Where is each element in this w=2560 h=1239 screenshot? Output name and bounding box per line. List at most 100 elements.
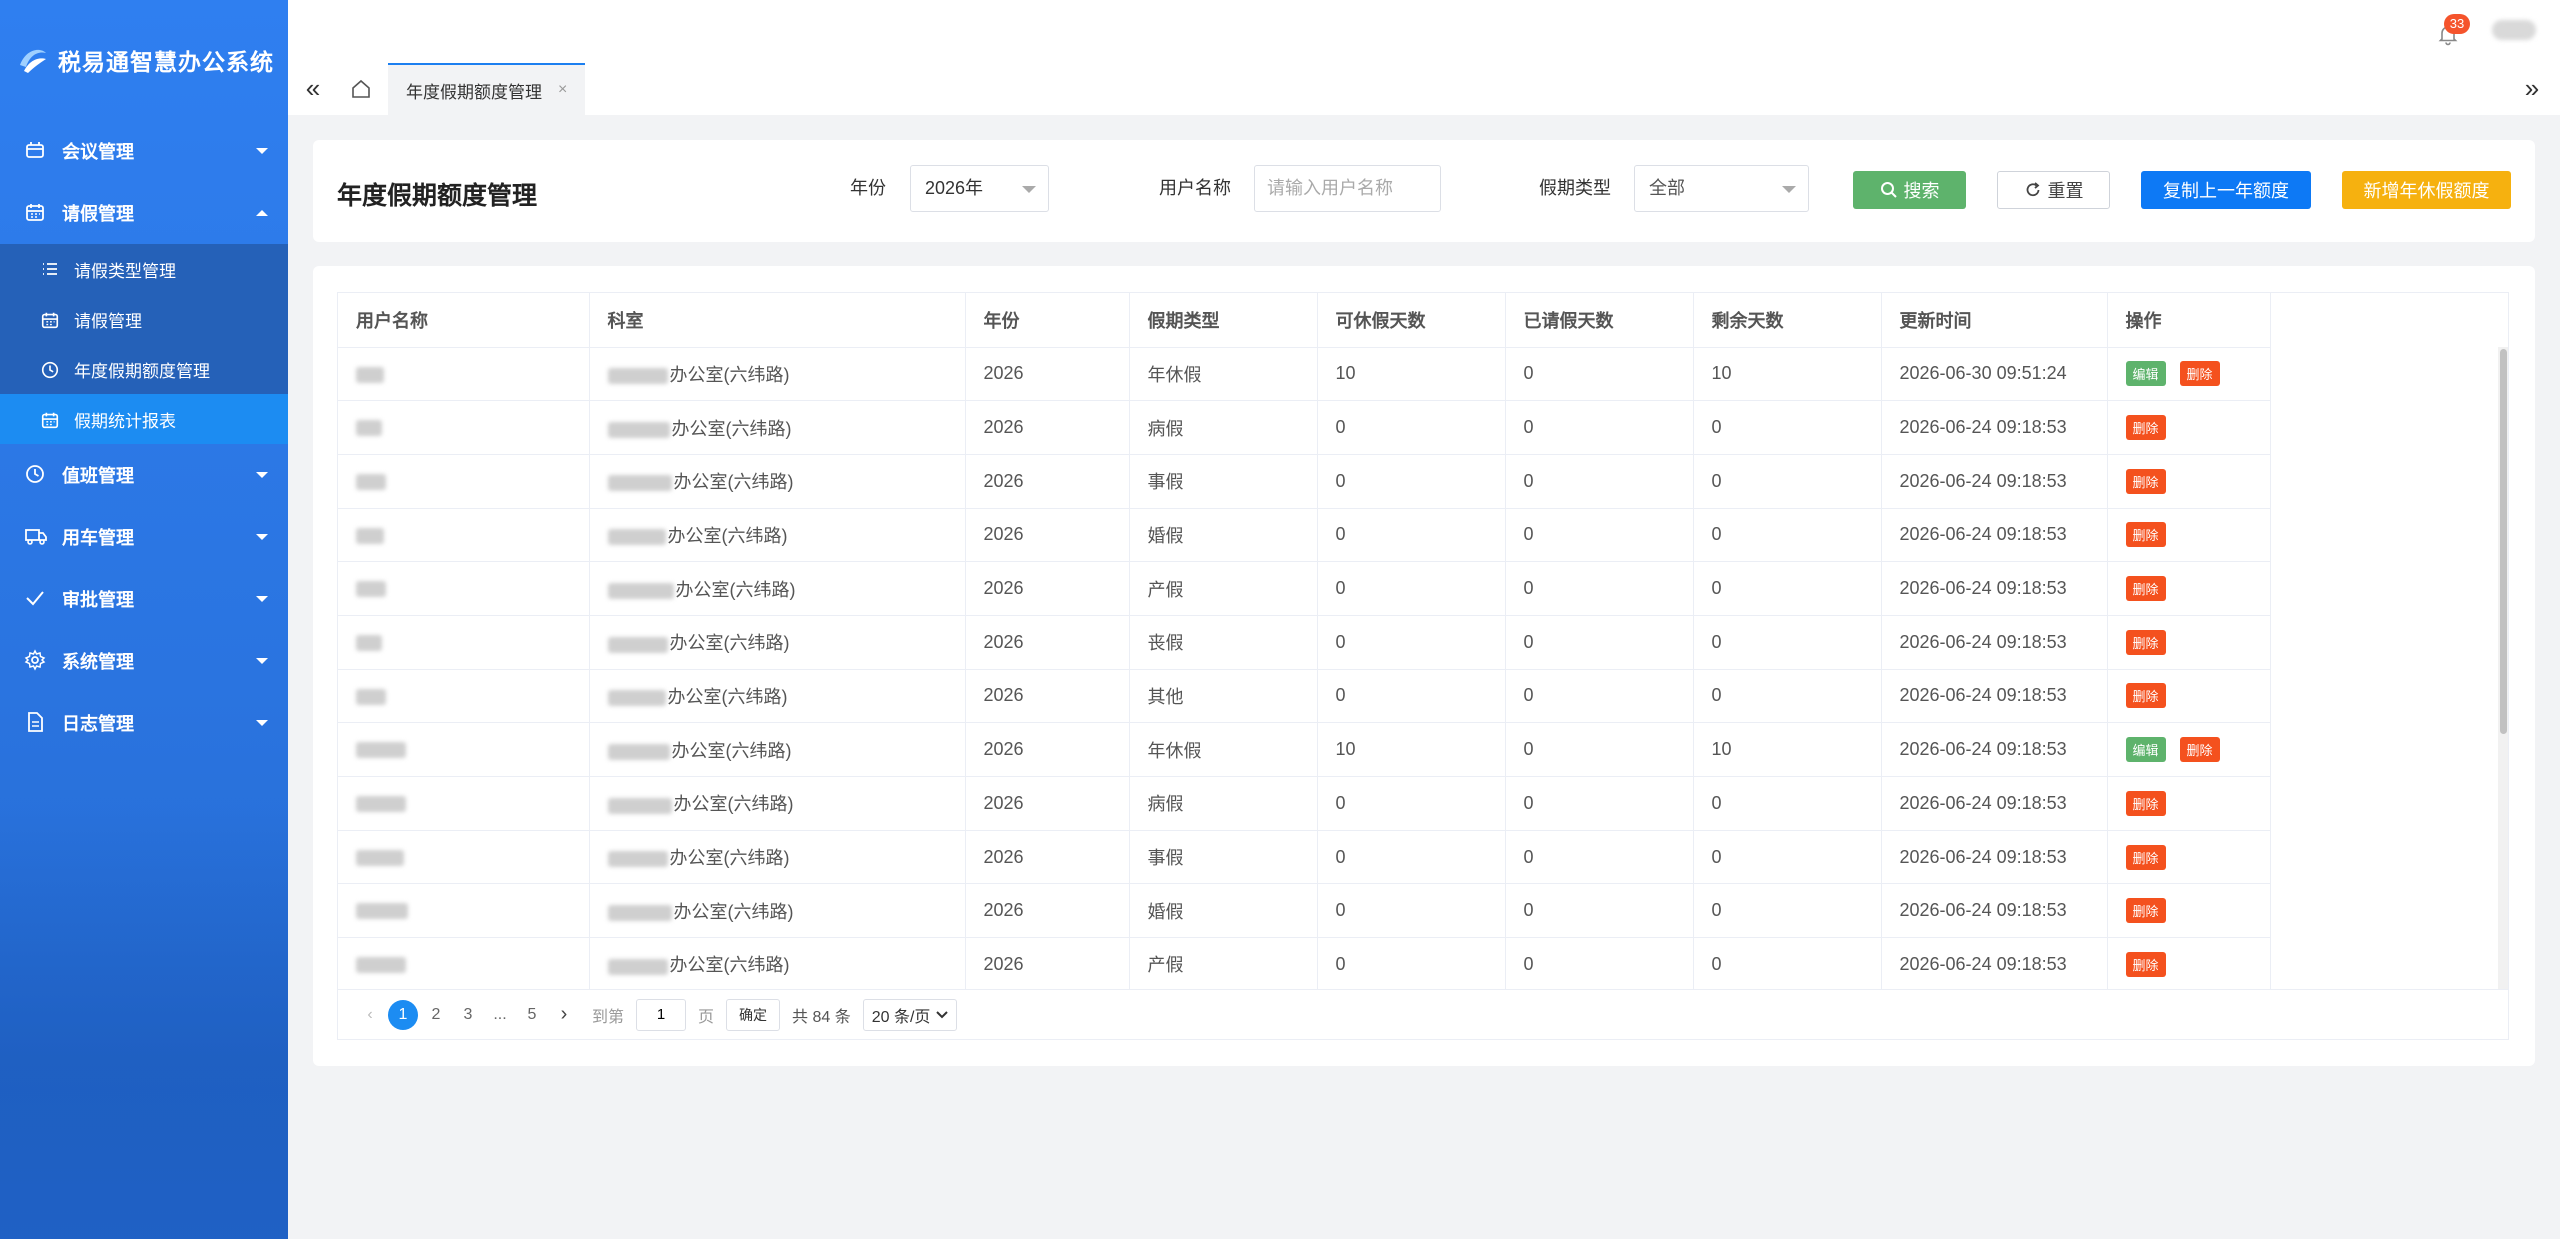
redacted-department-prefix <box>607 368 668 385</box>
sidebar-subitem-1[interactable]: 请假管理 <box>0 294 288 344</box>
scrollbar-thumb[interactable] <box>2500 349 2507 734</box>
edit-button[interactable]: 编辑 <box>2125 737 2166 763</box>
tab-close-icon[interactable]: × <box>558 81 567 99</box>
page-number[interactable]: 2 <box>422 1000 450 1030</box>
table-row: 办公室(六纬路) 2026 事假 0 0 0 2026-06-24 09:18:53 删除 <box>338 454 2271 509</box>
tabs-scroll-right-icon[interactable]: » <box>2512 62 2552 115</box>
delete-button[interactable]: 删除 <box>2125 951 2166 977</box>
department-suffix: 办公室(六纬路) <box>675 579 796 600</box>
actions-cell: 删除 <box>2107 830 2271 885</box>
sidebar-item-3[interactable]: 用车管理 <box>0 506 288 568</box>
year-cell: 2026 <box>965 830 1130 885</box>
delete-button[interactable]: 删除 <box>2125 522 2166 548</box>
user-avatar[interactable] <box>2492 20 2536 40</box>
department-cell: 办公室(六纬路) <box>589 561 966 616</box>
leave-type-select[interactable]: 全部 <box>1634 165 1809 212</box>
used-days-cell: 0 <box>1505 508 1694 563</box>
updated-time-cell: 2026-06-24 09:18:53 <box>1881 937 2108 989</box>
sidebar-item-4[interactable]: 审批管理 <box>0 568 288 630</box>
delete-button[interactable]: 删除 <box>2125 468 2166 494</box>
prev-page-icon[interactable]: ‹ <box>356 1000 384 1030</box>
goto-page-input[interactable] <box>636 998 687 1031</box>
leave-type-select-value: 全部 <box>1649 178 1685 198</box>
sidebar-subitem-label: 年度假期额度管理 <box>74 361 210 381</box>
actions-cell: 删除 <box>2107 776 2271 831</box>
user-name-cell <box>338 347 590 402</box>
table-vertical-scrollbar[interactable] <box>2498 347 2508 989</box>
available-days-cell: 0 <box>1317 615 1506 670</box>
sidebar-item-2[interactable]: 值班管理 <box>0 444 288 506</box>
page-number[interactable]: 5 <box>518 1000 546 1030</box>
sidebar-submenu: 请假类型管理 请假管理年度假期额度管理假期统计报表 <box>0 244 288 444</box>
department-cell: 办公室(六纬路) <box>589 508 966 563</box>
delete-button[interactable]: 删除 <box>2179 737 2220 763</box>
delete-button[interactable]: 删除 <box>2125 790 2166 816</box>
redacted-department-prefix <box>607 958 668 975</box>
delete-button[interactable]: 删除 <box>2125 629 2166 655</box>
redacted-user-name <box>356 688 386 705</box>
actions-cell: 删除 <box>2107 400 2271 455</box>
delete-button[interactable]: 删除 <box>2125 844 2166 870</box>
reset-button[interactable]: 重置 <box>1997 171 2110 209</box>
redacted-department-prefix <box>607 475 672 492</box>
delete-button[interactable]: 删除 <box>2125 415 2166 441</box>
redacted-user-name <box>356 903 408 920</box>
table-panel: 用户名称 科室 年份 假期类型 可休假天数 已请假天数 剩余天数 更新时间 操作 办公室(六纬路… <box>313 266 2535 1066</box>
available-days-cell: 0 <box>1317 776 1506 831</box>
year-select[interactable]: 2026年 <box>910 165 1049 212</box>
clock-icon <box>40 359 60 379</box>
updated-time-cell: 2026-06-24 09:18:53 <box>1881 669 2108 724</box>
department-suffix: 办公室(六纬路) <box>673 472 794 493</box>
delete-button[interactable]: 删除 <box>2125 683 2166 709</box>
department-suffix: 办公室(六纬路) <box>667 525 788 546</box>
user-name-input[interactable] <box>1254 165 1441 212</box>
page-size-select[interactable]: 20 条/页 <box>862 998 958 1031</box>
remaining-days-cell: 10 <box>1693 347 1882 402</box>
chevron-down-icon <box>256 534 268 540</box>
department-suffix: 办公室(六纬路) <box>669 364 790 385</box>
next-page-icon[interactable]: › <box>550 1000 578 1030</box>
remaining-days-cell: 0 <box>1693 454 1882 509</box>
sidebar-subitem-2[interactable]: 年度假期额度管理 <box>0 344 288 394</box>
remaining-days-cell: 0 <box>1693 400 1882 455</box>
used-days-cell: 0 <box>1505 561 1694 616</box>
tabs-scroll-left-icon[interactable]: « <box>288 62 338 115</box>
check-icon <box>24 587 48 611</box>
edit-button[interactable]: 编辑 <box>2125 361 2166 387</box>
leave-type-cell: 病假 <box>1129 400 1318 455</box>
home-icon[interactable] <box>338 62 384 115</box>
table-row: 办公室(六纬路) 2026 年休假 10 0 10 2026-06-24 09:18:53 编… <box>338 722 2271 777</box>
sidebar-item-6[interactable]: 日志管理 <box>0 692 288 754</box>
table-body: 办公室(六纬路) 2026 年休假 10 0 10 2026-06-30 09:51:24 编… <box>338 347 2271 989</box>
add-annual-leave-button[interactable]: 新增年休假额度 <box>2342 171 2511 209</box>
delete-button[interactable]: 删除 <box>2125 898 2166 924</box>
page-number[interactable]: 3 <box>454 1000 482 1030</box>
app-logo[interactable]: 税易通智慧办公系统 <box>0 0 288 120</box>
actions-cell: 删除 <box>2107 669 2271 724</box>
leave-type-cell: 事假 <box>1129 830 1318 885</box>
notification-badge: 33 <box>2444 14 2470 34</box>
column-header: 年份 <box>965 293 1130 348</box>
leave-type-cell: 其他 <box>1129 669 1318 724</box>
year-cell: 2026 <box>965 347 1130 402</box>
goto-confirm-button[interactable]: 确定 <box>726 998 781 1031</box>
leave-type-cell: 婚假 <box>1129 883 1318 939</box>
leave-type-label: 假期类型 <box>1539 178 1611 198</box>
copy-last-year-button[interactable]: 复制上一年额度 <box>2141 171 2311 209</box>
search-button[interactable]: 搜索 <box>1853 171 1966 209</box>
delete-button[interactable]: 删除 <box>2125 576 2166 602</box>
tab-annual-leave-quota[interactable]: 年度假期额度管理 × <box>388 63 586 115</box>
sidebar-item-0[interactable]: 会议管理 <box>0 120 288 182</box>
sidebar-subitem-0[interactable]: 请假类型管理 <box>0 244 288 294</box>
delete-button[interactable]: 删除 <box>2179 361 2220 387</box>
sidebar-item-label: 用车管理 <box>62 528 134 548</box>
sidebar-menu: 会议管理 请假管理 请假类型管理 请假管理 年度假期额度管理 假期统计报表 值班管理 用车管理… <box>0 120 288 754</box>
redacted-department-prefix <box>607 904 672 921</box>
sidebar-subitem-3[interactable]: 假期统计报表 <box>0 394 288 444</box>
sidebar-item-5[interactable]: 系统管理 <box>0 630 288 692</box>
sidebar-item-1[interactable]: 请假管理 <box>0 182 288 244</box>
year-cell: 2026 <box>965 615 1130 670</box>
leave-type-cell: 病假 <box>1129 776 1318 831</box>
department-cell: 办公室(六纬路) <box>589 400 966 455</box>
page-number[interactable]: 1 <box>388 999 418 1030</box>
